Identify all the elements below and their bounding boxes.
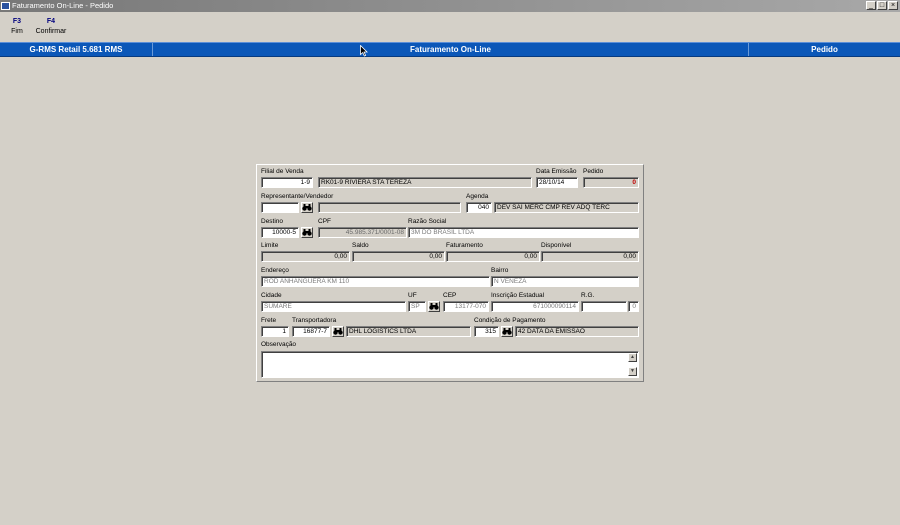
filial-code-field[interactable]: 1-9 (261, 177, 313, 188)
cep-field: 13177-070 (443, 301, 489, 312)
destino-search-button[interactable] (301, 227, 313, 238)
rg-extra-field: 0 (628, 301, 639, 312)
filial-label: Filial de Venda (261, 168, 304, 175)
scroll-down-icon[interactable]: ▼ (628, 367, 637, 376)
close-button[interactable]: × (888, 1, 898, 10)
bairro-field: N VENEZA (491, 276, 639, 287)
rg-label: R.G. (581, 292, 595, 299)
pedido-label: Pedido (583, 168, 604, 175)
data-emissao-label: Data Emissão (536, 168, 577, 175)
f4-key-code: F4 (46, 18, 56, 25)
cpf-label: CPF (318, 218, 331, 225)
cpf-field: 45.985.371/0001-08 (318, 227, 407, 238)
transportadora-code-field[interactable]: 16877-7 (292, 326, 330, 337)
agenda-label: Agenda (466, 193, 489, 200)
destino-field[interactable]: 10000-5 (261, 227, 299, 238)
minimize-button[interactable]: _ (866, 1, 876, 10)
agenda-desc-field: DEV SAI MERC CMP REV ADQ TERC (494, 202, 639, 213)
observacao-label: Observação (261, 341, 297, 348)
observacao-textarea[interactable]: ▲ ▼ (261, 351, 639, 378)
binoculars-icon (502, 328, 512, 335)
screen-name: Pedido (811, 45, 838, 54)
condicao-search-button[interactable] (501, 326, 513, 337)
saldo-label: Saldo (352, 242, 369, 249)
condicao-code-field[interactable]: 315 (474, 326, 499, 337)
razao-social-label: Razão Social (408, 218, 447, 225)
maximize-button[interactable]: □ (877, 1, 887, 10)
cep-label: CEP (443, 292, 457, 299)
transportadora-label: Transportadora (292, 317, 337, 324)
uf-field: SP (408, 301, 426, 312)
bairro-label: Bairro (491, 267, 509, 274)
data-emissao-field[interactable]: 28/10/14 (536, 177, 578, 188)
window-title: Faturamento On-Line - Pedido (12, 1, 114, 10)
faturamento-label: Faturamento (446, 242, 483, 249)
binoculars-icon (302, 229, 312, 236)
f4-confirm-button[interactable]: F4 Confirmar (35, 17, 67, 37)
endereco-label: Endereço (261, 267, 289, 274)
f3-key-code: F3 (12, 18, 22, 25)
representante-search-button[interactable] (301, 202, 313, 213)
limite-field: 0,00 (261, 251, 350, 262)
filial-name-field: RK01-9 RIVIERA STA TEREZA (318, 177, 532, 188)
uf-search-button[interactable] (428, 301, 440, 312)
representante-name-field (318, 202, 461, 213)
condicao-pagamento-label: Condição de Pagamento (474, 317, 546, 324)
condicao-desc-field: 42 DATA DA EMISSAO (515, 326, 639, 337)
system-version: G-RMS Retail 5.681 RMS (29, 45, 123, 54)
cidade-field: SUMARE (261, 301, 406, 312)
f3-exit-button[interactable]: F3 Fim (6, 17, 28, 37)
f3-key-label: Fim (11, 28, 23, 35)
disponivel-label: Disponível (541, 242, 572, 249)
inscricao-estadual-label: Inscrição Estadual (491, 292, 545, 299)
uf-label: UF (408, 292, 417, 299)
frete-field[interactable]: 1 (261, 326, 289, 337)
header-bar: G-RMS Retail 5.681 RMS Faturamento On-Li… (0, 42, 900, 57)
representante-label: Representante/Vendedor (261, 193, 334, 200)
transportadora-search-button[interactable] (332, 326, 344, 337)
limite-label: Limite (261, 242, 279, 249)
faturamento-field: 0,00 (446, 251, 540, 262)
agenda-code-field[interactable]: 040 (466, 202, 492, 213)
razao-social-field: 3M DO BRASIL LTDA (408, 227, 639, 238)
module-title: Faturamento On-Line (410, 45, 491, 54)
destino-label: Destino (261, 218, 284, 225)
app-icon (1, 2, 10, 10)
binoculars-icon (302, 204, 312, 211)
pedido-field: 0 (583, 177, 639, 188)
binoculars-icon (429, 303, 439, 310)
scroll-up-icon[interactable]: ▲ (628, 353, 637, 362)
endereco-field: ROD ANHANGUERA KM 110 (261, 276, 490, 287)
binoculars-icon (333, 328, 343, 335)
mouse-cursor-icon (360, 45, 368, 57)
cidade-label: Cidade (261, 292, 282, 299)
saldo-field: 0,00 (352, 251, 445, 262)
order-form-panel: Filial de Venda 1-9 RK01-9 RIVIERA STA T… (256, 164, 644, 382)
title-bar: Faturamento On-Line - Pedido _ □ × (0, 0, 900, 12)
rg-field (581, 301, 627, 312)
representante-code-field[interactable] (261, 202, 299, 213)
transportadora-name-field: DHL LOGISTICS LTDA (346, 326, 471, 337)
inscricao-estadual-field: 671000090114 (491, 301, 579, 312)
disponivel-field: 0,00 (541, 251, 639, 262)
frete-label: Frete (261, 317, 277, 324)
f4-key-label: Confirmar (35, 28, 67, 35)
